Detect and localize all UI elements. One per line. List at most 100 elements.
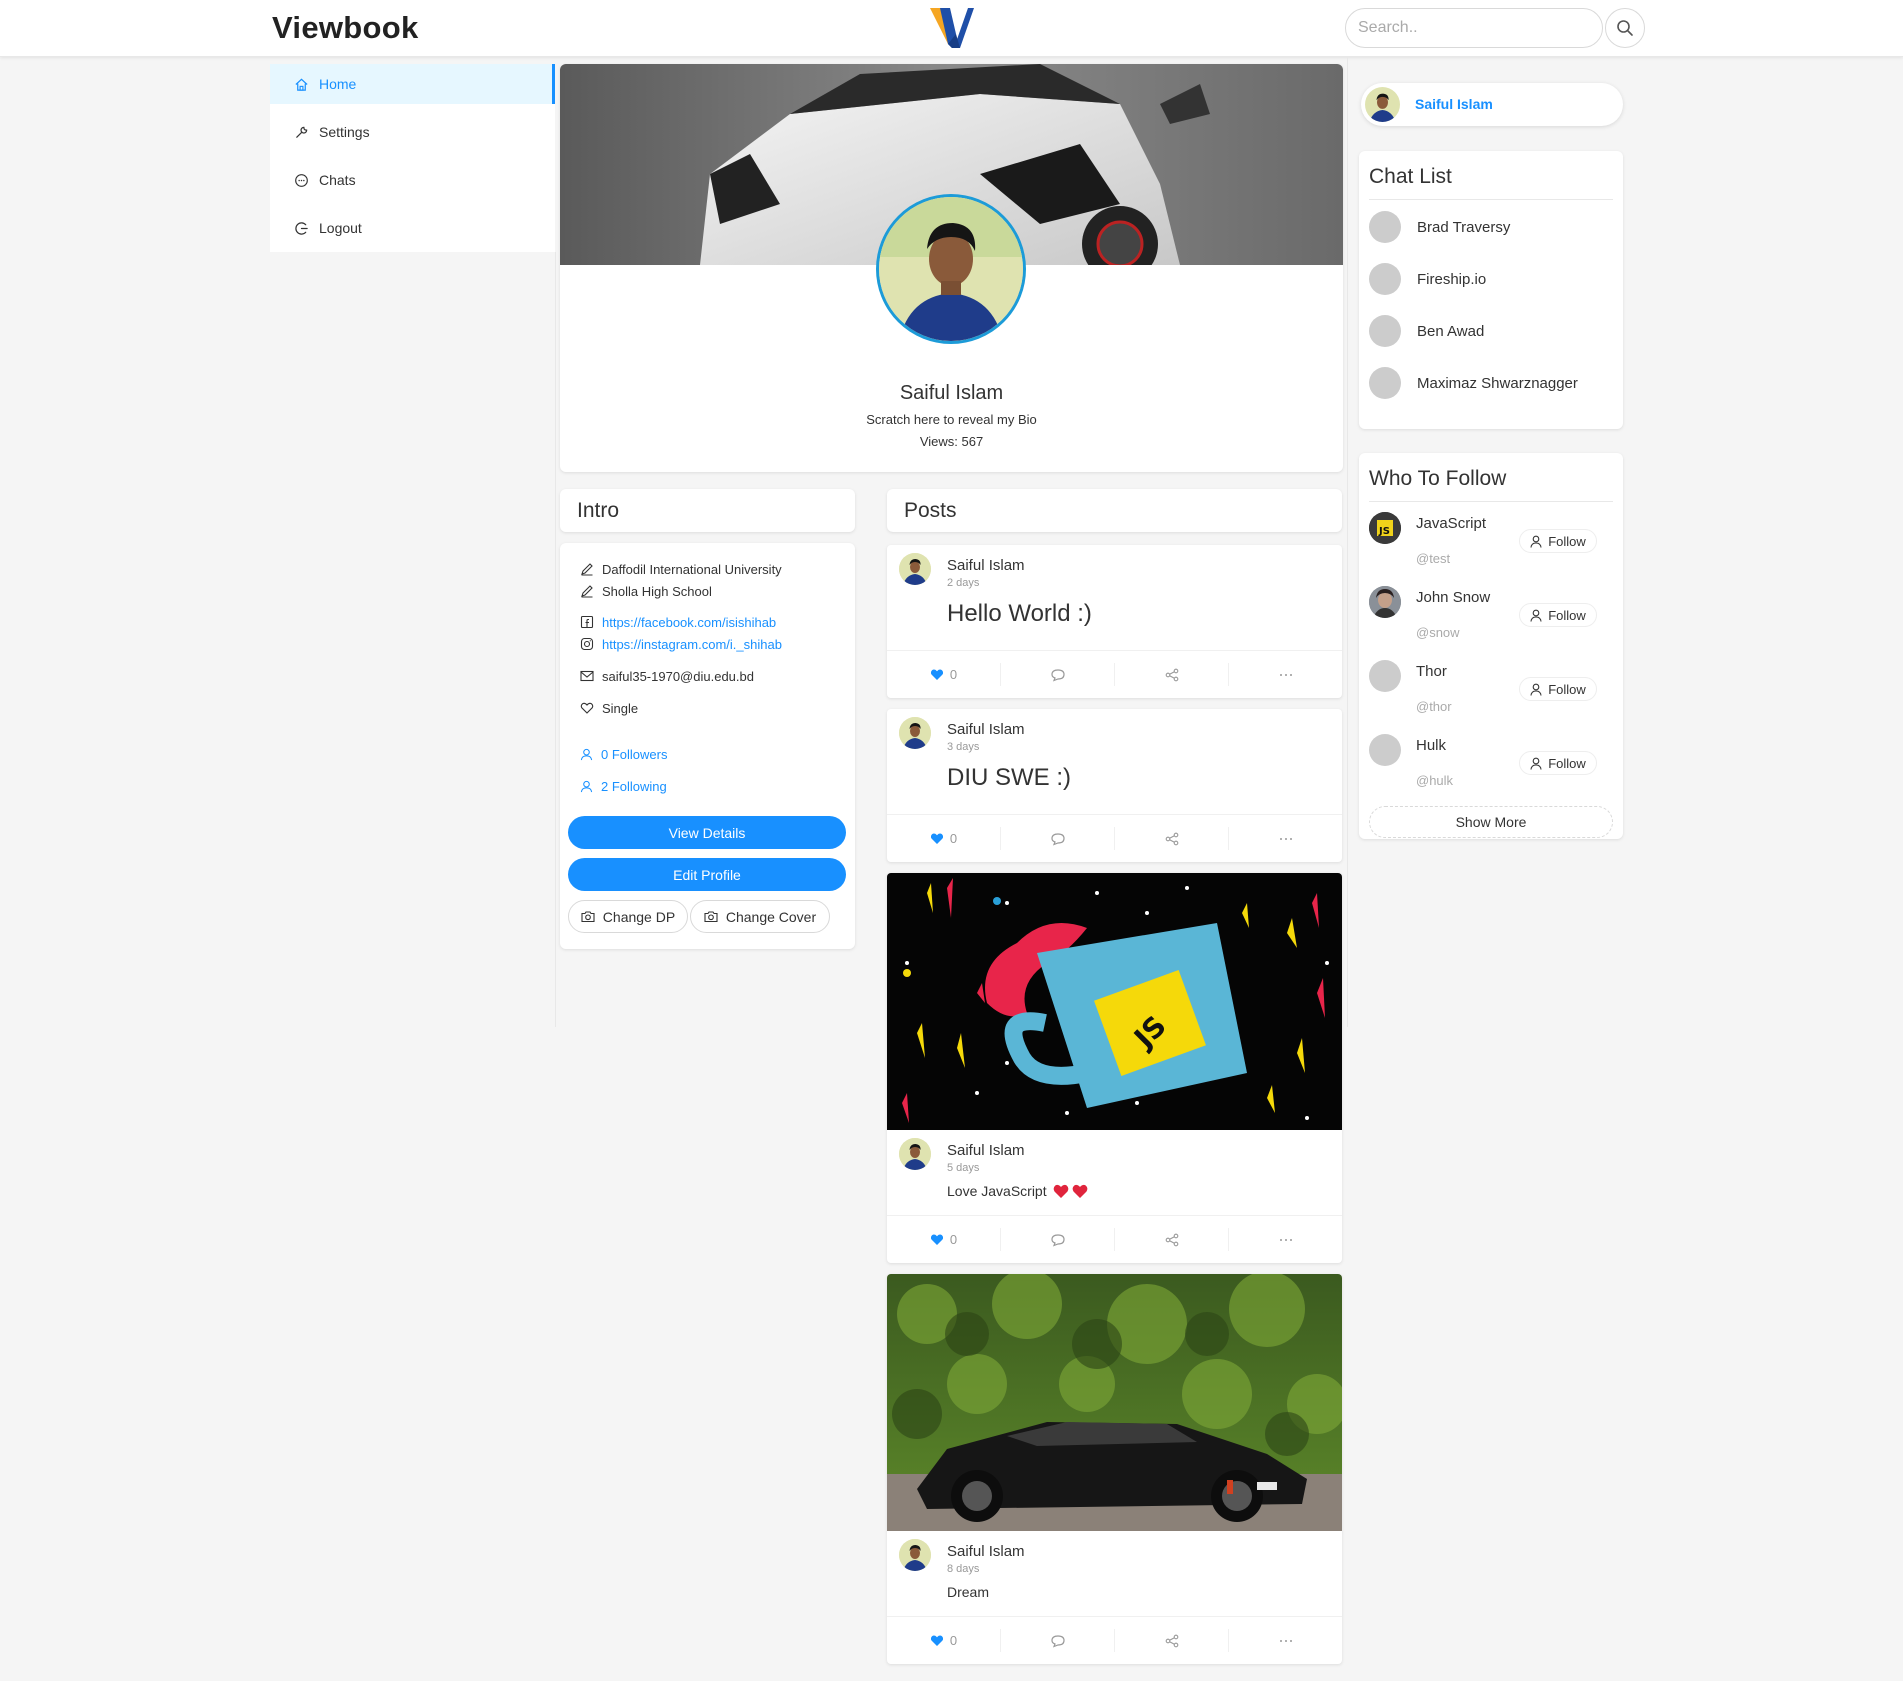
more-button[interactable] — [1229, 1629, 1342, 1652]
comment-button[interactable] — [1001, 1228, 1115, 1251]
post-author[interactable]: Saiful Islam — [947, 557, 1025, 574]
follow-button[interactable]: Follow — [1519, 603, 1597, 627]
user-add-icon — [1530, 757, 1542, 770]
profile-name: Saiful Islam — [899, 382, 1004, 404]
like-button[interactable]: 0 — [887, 827, 1001, 850]
change-cover-button[interactable]: Change Cover — [690, 900, 830, 933]
search-icon — [1617, 20, 1633, 36]
followers-link[interactable]: 0 Followers — [580, 745, 667, 763]
heart-filled-icon — [930, 1635, 943, 1646]
share-button[interactable] — [1115, 1629, 1229, 1652]
logout-icon — [295, 221, 308, 235]
follow-button[interactable]: Follow — [1519, 751, 1597, 775]
post-actions: 0 — [887, 814, 1342, 862]
wrench-icon — [296, 126, 308, 138]
following-link[interactable]: 2 Following — [580, 777, 667, 795]
post-text-row: Love JavaScript — [947, 1183, 1089, 1199]
intro-email: saiful35-1970@diu.edu.bd — [580, 667, 754, 685]
right-divider — [1347, 57, 1348, 1027]
follow-name[interactable]: John Snow — [1416, 589, 1490, 606]
chat-avatar — [1369, 263, 1401, 295]
profile-bio[interactable]: Scratch here to reveal my Bio — [560, 412, 1343, 427]
follow-name[interactable]: JavaScript — [1416, 515, 1486, 532]
intro-instagram-link[interactable]: https://instagram.com/i._shihab — [580, 635, 782, 653]
chat-avatar — [1369, 211, 1401, 243]
user-add-icon — [1530, 683, 1542, 696]
post-author[interactable]: Saiful Islam — [947, 721, 1025, 738]
heart-filled-icon — [930, 669, 943, 680]
current-user-pill[interactable]: Saiful Islam — [1361, 83, 1623, 126]
follow-button[interactable]: Follow — [1519, 529, 1597, 553]
comment-button[interactable] — [1001, 663, 1115, 686]
post-time: 2 days — [947, 577, 980, 589]
intro-header-card: Intro — [560, 489, 855, 532]
share-button[interactable] — [1115, 663, 1229, 686]
show-more-button[interactable]: Show More — [1369, 806, 1613, 838]
post-avatar[interactable] — [899, 717, 931, 749]
hulk-avatar[interactable] — [1369, 734, 1401, 766]
like-button[interactable]: 0 — [887, 1228, 1001, 1251]
more-button[interactable] — [1229, 1228, 1342, 1251]
post-actions: 0 — [887, 650, 1342, 698]
follow-name[interactable]: Hulk — [1416, 737, 1446, 754]
view-details-button[interactable]: View Details — [568, 816, 846, 849]
user-add-icon — [1530, 609, 1542, 622]
comment-button[interactable] — [1001, 1629, 1115, 1652]
post-author[interactable]: Saiful Islam — [947, 1543, 1025, 1560]
chat-list-card: Chat List Brad Traversy Fireship.io Ben … — [1359, 151, 1623, 429]
more-button[interactable] — [1229, 827, 1342, 850]
mail-icon — [580, 670, 594, 682]
like-button[interactable]: 0 — [887, 1629, 1001, 1652]
intro-university: Daffodil International University — [580, 560, 782, 578]
john-snow-avatar[interactable] — [1369, 586, 1401, 618]
brand-title[interactable]: Viewbook — [272, 10, 419, 46]
nav-item-chats[interactable]: Chats — [270, 160, 555, 200]
edit-profile-button[interactable]: Edit Profile — [568, 858, 846, 891]
follow-button[interactable]: Follow — [1519, 677, 1597, 701]
post-avatar[interactable] — [899, 553, 931, 585]
post-card: Saiful Islam 3 days DIU SWE :) 0 — [887, 709, 1342, 862]
javascript-avatar[interactable]: JS — [1369, 512, 1401, 544]
profile-avatar[interactable] — [876, 194, 1026, 344]
post-avatar[interactable] — [899, 1539, 931, 1571]
like-count: 0 — [949, 831, 958, 846]
chat-list-title: Chat List — [1369, 165, 1452, 188]
chat-item[interactable]: Ben Awad — [1369, 315, 1484, 347]
intro-relationship: Single — [580, 699, 638, 717]
change-dp-button[interactable]: Change DP — [568, 900, 688, 933]
post-time: 8 days — [947, 1563, 980, 1575]
intro-facebook-link[interactable]: https://facebook.com/isishihab — [580, 613, 776, 631]
post-image[interactable] — [887, 1274, 1342, 1531]
who-to-follow-card: Who To Follow JS JavaScript @test Follow… — [1359, 453, 1623, 839]
post-image[interactable]: JS — [887, 873, 1342, 1130]
nav-item-settings[interactable]: Settings — [270, 112, 555, 152]
sidebar-nav: Home Settings Chats Logout — [270, 64, 555, 252]
nav-item-home[interactable]: Home — [270, 64, 555, 104]
ellipsis-icon — [1279, 1639, 1292, 1642]
follow-name[interactable]: Thor — [1416, 663, 1447, 680]
follow-handle: @snow — [1416, 625, 1460, 640]
nav-item-label: Home — [319, 76, 357, 92]
comment-button[interactable] — [1001, 827, 1115, 850]
chat-item[interactable]: Maximaz Shwarznagger — [1369, 367, 1578, 399]
thor-avatar[interactable] — [1369, 660, 1401, 692]
comment-icon — [1050, 1634, 1065, 1648]
comment-icon — [1050, 832, 1065, 846]
post-avatar[interactable] — [899, 1138, 931, 1170]
nav-item-logout[interactable]: Logout — [270, 208, 555, 248]
search-button[interactable] — [1605, 8, 1645, 48]
more-button[interactable] — [1229, 663, 1342, 686]
share-button[interactable] — [1115, 1228, 1229, 1251]
post-author[interactable]: Saiful Islam — [947, 1142, 1025, 1159]
chat-item[interactable]: Fireship.io — [1369, 263, 1486, 295]
viewbook-logo[interactable] — [926, 4, 978, 52]
share-button[interactable] — [1115, 827, 1229, 850]
search-input[interactable] — [1345, 8, 1603, 48]
chat-item[interactable]: Brad Traversy — [1369, 211, 1510, 243]
post-text: Love JavaScript — [947, 1183, 1047, 1199]
post-card: JS Saiful Islam 5 days Love JavaScript 0 — [887, 873, 1342, 1263]
intro-title: Intro — [577, 499, 620, 522]
profile-card: Saiful Islam Scratch here to reveal my B… — [560, 64, 1343, 472]
like-count: 0 — [949, 1232, 958, 1247]
like-button[interactable]: 0 — [887, 663, 1001, 686]
